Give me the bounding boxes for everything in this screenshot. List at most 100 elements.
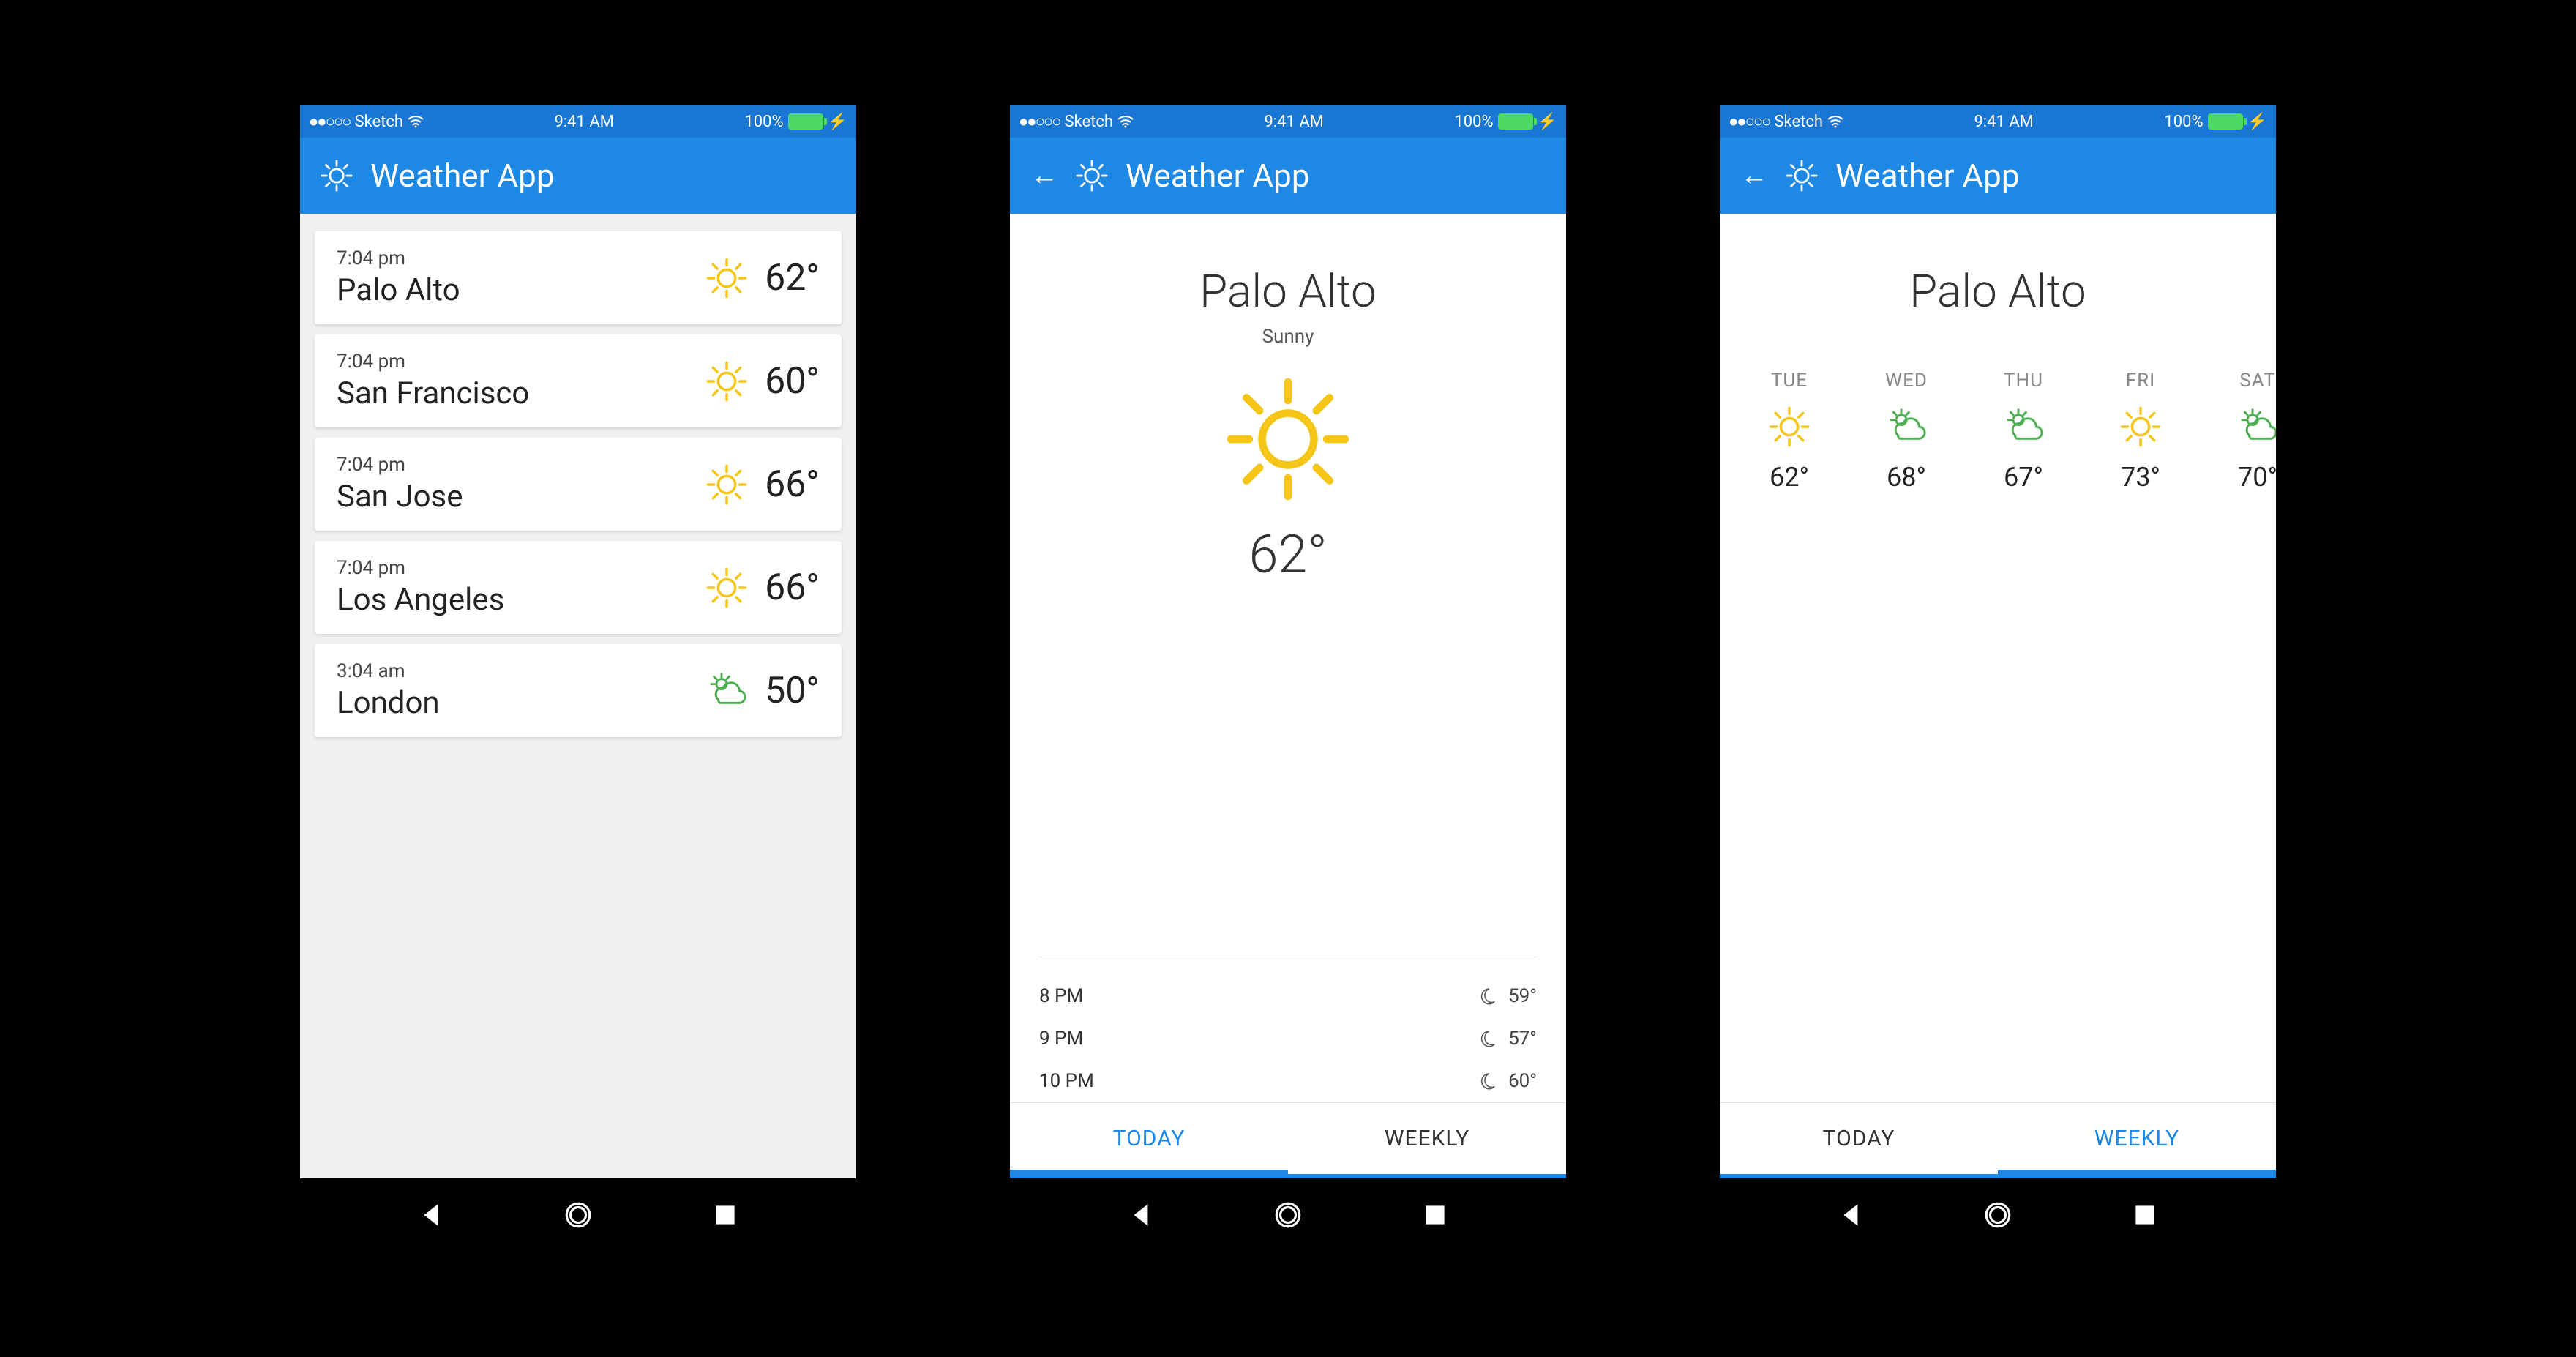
city-card[interactable]: 3:04 amLondon50° [315,644,842,737]
day-column[interactable]: THU67° [1983,370,2064,493]
android-nav-bar [1720,1178,2276,1252]
city-name: San Francisco [337,375,529,411]
status-bar: ●●○○○ Sketch 9:41 AM 100% ⚡ [1720,105,2276,138]
condition-label: Sunny [1262,326,1314,348]
day-label: TUE [1771,370,1808,392]
day-column[interactable]: WED68° [1866,370,1947,493]
carrier-label: Sketch [1774,113,1823,131]
city-temp: 60° [765,360,820,403]
tab-today[interactable]: TODAY [1720,1103,1998,1174]
sun-icon [1226,377,1350,501]
nav-back-icon[interactable] [416,1200,447,1230]
charging-icon: ⚡ [2247,113,2267,131]
day-temp: 73° [2121,462,2160,493]
carrier-label: Sketch [1064,113,1113,131]
sun-icon [321,160,353,192]
sun-icon [706,567,747,608]
app-bar: ← Weather App [1720,138,2276,214]
city-time: 7:04 pm [337,351,529,373]
tab-today[interactable]: TODAY [1010,1103,1288,1174]
nav-back-icon[interactable] [1836,1200,1867,1230]
sun-icon [1076,160,1108,192]
status-bar: ●●○○○ Sketch 9:41 AM 100% ⚡ [300,105,856,138]
hour-temp: 59° [1508,985,1537,1007]
day-label: FRI [2126,370,2155,392]
day-label: WED [1885,370,1928,392]
android-nav-bar [300,1178,856,1252]
detail-hero: Palo Alto [1720,214,2276,362]
moon-icon [1478,1029,1497,1047]
day-column[interactable]: FRI 73° [2100,370,2181,493]
tab-weekly[interactable]: WEEKLY [1288,1103,1566,1174]
phone-today-detail: ●●○○○ Sketch 9:41 AM 100% ⚡ ← Weather Ap… [1010,105,1566,1252]
city-card[interactable]: 7:04 pmSan Jose66° [315,438,842,531]
nav-back-icon[interactable] [1126,1200,1157,1230]
city-time: 7:04 pm [337,454,463,476]
hour-label: 8 PM [1039,985,1083,1007]
weekly-forecast[interactable]: TUE 62° WED68° THU67° FRI 73° SAT70° [1720,362,2276,493]
city-list: 7:04 pmPalo Alto62°7:04 pmSan Francisco6… [300,214,856,755]
moon-icon [1478,1072,1497,1090]
day-column[interactable]: SAT70° [2217,370,2276,493]
battery-icon [1498,113,1533,130]
sun-icon [706,464,747,505]
back-arrow-icon[interactable]: ← [1740,160,1768,192]
battery-icon [2208,113,2243,130]
charging-icon: ⚡ [1538,113,1557,131]
hour-temp: 60° [1508,1070,1537,1092]
hourly-row: 8 PM 59° [1039,975,1537,1017]
sun-icon [706,361,747,402]
hour-temp: 57° [1508,1028,1537,1050]
nav-home-icon[interactable] [1273,1200,1303,1230]
back-arrow-icon[interactable]: ← [1030,160,1058,192]
current-temp: 62° [1248,523,1327,586]
partly-icon [2237,406,2276,447]
battery-label: 100% [2164,113,2203,131]
city-card[interactable]: 7:04 pmPalo Alto62° [315,231,842,324]
charging-icon: ⚡ [828,113,847,131]
city-temp: 62° [765,257,820,299]
battery-label: 100% [1454,113,1493,131]
carrier-label: Sketch [354,113,403,131]
tab-bar: TODAY WEEKLY [1720,1102,2276,1174]
wifi-icon [1117,115,1134,128]
city-card[interactable]: 7:04 pmSan Francisco 60° [315,334,842,427]
phone-weekly-detail: ●●○○○ Sketch 9:41 AM 100% ⚡ ← Weather Ap… [1720,105,2276,1252]
status-time: 9:41 AM [1974,113,2033,131]
partly-icon [706,670,747,711]
city-name: Palo Alto [1909,265,2086,318]
nav-recent-icon[interactable] [1420,1200,1450,1230]
city-temp: 50° [765,670,820,712]
android-nav-bar [1010,1178,1566,1252]
city-name: Palo Alto [337,272,460,308]
hourly-row: 10 PM 60° [1039,1060,1537,1102]
moon-icon [1478,987,1497,1005]
tab-weekly[interactable]: WEEKLY [1998,1103,2276,1174]
battery-label: 100% [744,113,783,131]
city-name: San Jose [337,479,463,515]
partly-icon [1886,406,1927,447]
city-card[interactable]: 7:04 pmLos Angeles66° [315,541,842,634]
city-name: Palo Alto [1199,265,1377,318]
status-time: 9:41 AM [1264,113,1323,131]
day-column[interactable]: TUE 62° [1749,370,1830,493]
tab-bar: TODAY WEEKLY [1010,1102,1566,1174]
detail-hero: Palo Alto Sunny 62° [1010,214,1566,608]
hour-label: 10 PM [1039,1070,1094,1092]
hour-label: 9 PM [1039,1028,1083,1050]
city-temp: 66° [765,567,820,609]
nav-recent-icon[interactable] [710,1200,741,1230]
wifi-icon [1827,115,1843,128]
day-label: THU [2004,370,2043,392]
nav-home-icon[interactable] [1982,1200,2013,1230]
city-name: London [337,685,440,721]
signal-dots-icon: ●●○○○ [1729,112,1770,131]
app-title: Weather App [1835,157,2020,195]
nav-home-icon[interactable] [563,1200,594,1230]
city-time: 7:04 pm [337,557,504,579]
day-temp: 62° [1770,462,1809,493]
sun-icon [2120,406,2161,447]
hourly-forecast: 8 PM 59° 9 PM 57° 10 PM 60° [1010,957,1566,1102]
nav-recent-icon[interactable] [2130,1200,2160,1230]
status-time: 9:41 AM [554,113,613,131]
